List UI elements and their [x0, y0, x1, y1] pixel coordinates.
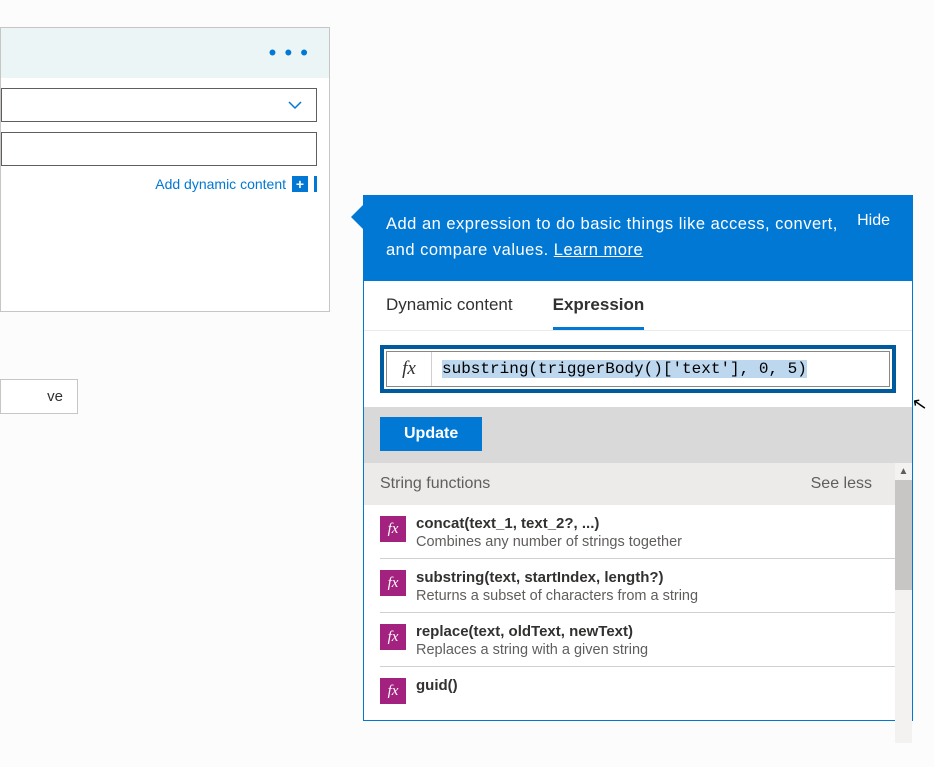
flyout-caret-icon: [351, 205, 363, 229]
save-button[interactable]: ve: [0, 379, 78, 414]
text-field[interactable]: [1, 132, 317, 166]
section-header-string-functions[interactable]: String functions See less: [364, 463, 912, 505]
cursor-icon: ↖: [910, 393, 929, 416]
function-item-guid[interactable]: fx guid(): [380, 667, 896, 712]
function-signature: substring(text, startIndex, length?): [416, 569, 698, 586]
expression-input[interactable]: substring(triggerBody()['text'], 0, 5): [432, 352, 889, 386]
fx-icon: fx: [387, 352, 432, 386]
add-dynamic-content[interactable]: Add dynamic content +: [1, 176, 317, 192]
function-list-area: String functions See less fx concat(text…: [364, 463, 912, 720]
tab-bar: Dynamic content Expression: [364, 281, 912, 331]
see-less-link[interactable]: See less: [811, 475, 872, 493]
tab-dynamic-content[interactable]: Dynamic content: [386, 281, 513, 330]
fx-badge-icon: fx: [380, 624, 406, 650]
update-button[interactable]: Update: [380, 417, 482, 451]
fx-badge-icon: fx: [380, 678, 406, 704]
function-item-concat[interactable]: fx concat(text_1, text_2?, ...) Combines…: [380, 505, 896, 559]
expression-flyout: Add an expression to do basic things lik…: [363, 195, 913, 721]
add-dynamic-label: Add dynamic content: [155, 176, 286, 192]
scroll-up-icon[interactable]: ▲: [895, 463, 912, 480]
function-signature: replace(text, oldText, newText): [416, 623, 648, 640]
dropdown-field[interactable]: [1, 88, 317, 122]
update-bar: Update: [364, 407, 912, 463]
divider-icon: [314, 176, 317, 192]
function-item-substring[interactable]: fx substring(text, startIndex, length?) …: [380, 559, 896, 613]
save-button-label: ve: [47, 388, 63, 405]
function-signature: concat(text_1, text_2?, ...): [416, 515, 682, 532]
expression-editor-row: fx substring(triggerBody()['text'], 0, 5…: [386, 351, 890, 387]
tab-expression[interactable]: Expression: [553, 281, 645, 330]
section-title: String functions: [380, 475, 490, 493]
chevron-down-icon: [286, 96, 304, 114]
expression-editor-area: fx substring(triggerBody()['text'], 0, 5…: [364, 331, 912, 407]
expression-editor-frame: fx substring(triggerBody()['text'], 0, 5…: [380, 345, 896, 393]
function-description: Returns a subset of characters from a st…: [416, 588, 698, 604]
fx-badge-icon: fx: [380, 516, 406, 542]
learn-more-link[interactable]: Learn more: [554, 241, 643, 259]
scrollbar[interactable]: ▲: [895, 463, 912, 743]
hide-button[interactable]: Hide: [857, 212, 890, 230]
scroll-thumb[interactable]: [895, 480, 912, 590]
fx-badge-icon: fx: [380, 570, 406, 596]
action-card-header: • • •: [1, 28, 329, 78]
action-card: • • • Add dynamic content +: [0, 27, 330, 312]
function-item-replace[interactable]: fx replace(text, oldText, newText) Repla…: [380, 613, 896, 667]
expression-value: substring(triggerBody()['text'], 0, 5): [442, 360, 807, 378]
function-description: Combines any number of strings together: [416, 534, 682, 550]
banner-text: Add an expression to do basic things lik…: [386, 212, 841, 263]
string-functions-list: fx concat(text_1, text_2?, ...) Combines…: [364, 505, 912, 720]
plus-icon: +: [292, 176, 308, 192]
flyout-banner: Add an expression to do basic things lik…: [364, 196, 912, 281]
function-signature: guid(): [416, 677, 458, 694]
function-description: Replaces a string with a given string: [416, 642, 648, 658]
